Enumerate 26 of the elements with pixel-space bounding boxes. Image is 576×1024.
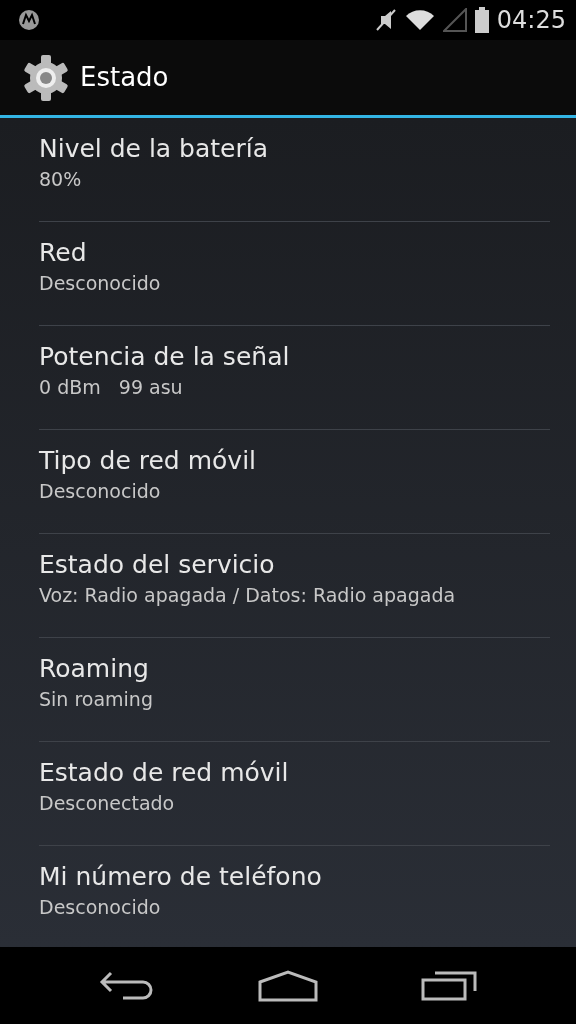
- setting-title: Potencia de la señal: [39, 341, 291, 373]
- setting-value: Sin roaming: [39, 687, 154, 712]
- setting-value: 0 dBm 99 asu: [39, 375, 184, 400]
- setting-value: Desconocido: [39, 479, 162, 504]
- logo-icon: [18, 9, 40, 31]
- signal-icon: [442, 8, 467, 32]
- recent-apps-icon[interactable]: [420, 970, 477, 1001]
- wifi-icon: [404, 8, 435, 32]
- setting-title: Red: [39, 237, 88, 269]
- clock: 04:25: [496, 5, 566, 36]
- battery-icon: [474, 7, 489, 33]
- setting-title: Estado de red móvil: [39, 757, 290, 789]
- screen-title: Estado: [80, 61, 169, 94]
- settings-icon[interactable]: [22, 53, 70, 102]
- setting-value: Desconocido: [39, 895, 162, 920]
- setting-title: Tipo de red móvil: [39, 445, 258, 477]
- setting-title: Estado del servicio: [39, 549, 276, 581]
- setting-value: Desconocido: [39, 271, 162, 296]
- setting-title: Roaming: [39, 653, 150, 685]
- mute-icon: [374, 8, 397, 32]
- setting-value: 80%: [39, 167, 83, 192]
- setting-title: Mi número de teléfono: [39, 861, 323, 893]
- home-icon[interactable]: [258, 969, 318, 1002]
- setting-title: Nivel de la batería: [39, 133, 270, 165]
- setting-value: Voz: Radio apagada / Datos: Radio apagada: [39, 583, 457, 608]
- setting-value: Desconectado: [39, 791, 176, 816]
